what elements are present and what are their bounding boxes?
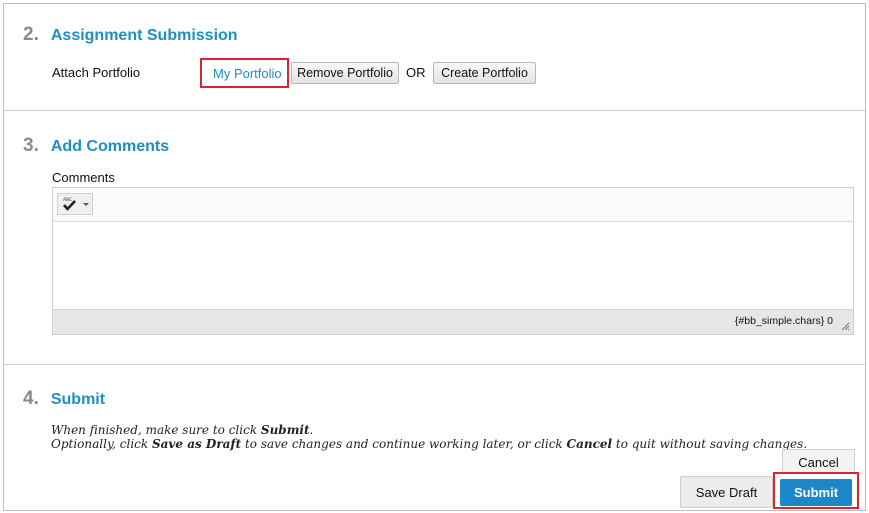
editor-statusbar: {#bb_simple.chars} 0: [53, 309, 853, 334]
remove-portfolio-button[interactable]: Remove Portfolio: [291, 62, 399, 84]
add-comments-section: 3. Add Comments Comments ABC {#bb_simple…: [4, 112, 865, 365]
cancel-button[interactable]: Cancel: [782, 449, 855, 473]
comments-textarea[interactable]: [53, 222, 853, 311]
section-heading: 2. Assignment Submission: [23, 24, 238, 46]
chevron-down-icon: [83, 203, 89, 206]
spellcheck-button[interactable]: ABC: [57, 193, 93, 215]
highlight-box: [200, 58, 289, 88]
section-heading: 3. Add Comments: [23, 135, 169, 157]
section-title: Assignment Submission: [50, 27, 238, 44]
submit-section: 4. Submit When finished, make sure to cl…: [4, 366, 865, 511]
create-portfolio-button[interactable]: Create Portfolio: [433, 62, 536, 84]
assignment-submission-section: 2. Assignment Submission Attach Portfoli…: [4, 4, 865, 111]
resize-grip-icon[interactable]: [840, 321, 850, 331]
section-heading: 4. Submit: [23, 388, 105, 410]
submission-form: 2. Assignment Submission Attach Portfoli…: [3, 3, 866, 511]
instruction-line-2: Optionally, click Save as Draft to save …: [51, 437, 808, 451]
editor-toolbar: ABC: [53, 188, 853, 222]
save-draft-button[interactable]: Save Draft: [680, 476, 773, 508]
section-number: 3.: [23, 135, 39, 156]
svg-text:ABC: ABC: [63, 197, 72, 203]
section-number: 2.: [23, 24, 39, 45]
or-separator: OR: [406, 65, 426, 80]
section-title: Add Comments: [50, 138, 170, 155]
attach-portfolio-label: Attach Portfolio: [52, 65, 141, 80]
section-title: Submit: [50, 391, 106, 408]
comments-label: Comments: [52, 170, 115, 185]
instruction-line-1: When finished, make sure to click Submit…: [51, 423, 314, 437]
spellcheck-icon: ABC: [63, 197, 76, 211]
highlight-box: [773, 472, 859, 509]
section-number: 4.: [23, 388, 39, 409]
comments-editor[interactable]: ABC {#bb_simple.chars} 0: [52, 187, 854, 335]
character-counter: {#bb_simple.chars} 0: [734, 315, 833, 327]
